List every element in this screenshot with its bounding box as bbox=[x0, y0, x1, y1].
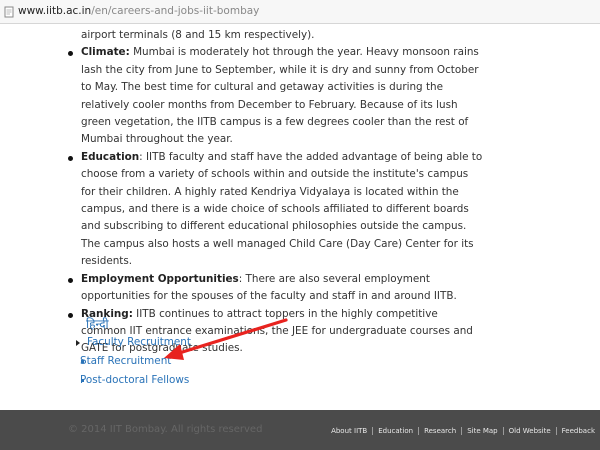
footer-link-education[interactable]: Education bbox=[373, 427, 420, 435]
footer: © 2014 IIT Bombay. All rights reserved A… bbox=[0, 410, 600, 450]
staff-recruitment-link[interactable]: Staff Recruitment bbox=[70, 355, 171, 367]
bullet-square-icon bbox=[81, 379, 84, 382]
link-label: Post-doctoral Fellows bbox=[80, 374, 190, 386]
list-item-climate: Climate: Mumbai is moderately hot throug… bbox=[64, 44, 484, 148]
footer-link-sitemap[interactable]: Site Map bbox=[462, 427, 504, 435]
continued-text: airport terminals (8 and 15 km respectiv… bbox=[81, 29, 315, 41]
footer-nav: About IITB Education Research Site Map Old W… bbox=[326, 427, 600, 435]
postdoc-fellows-link[interactable]: Post-doctoral Fellows bbox=[70, 374, 189, 386]
item-text: : IITB faculty and staff have the added … bbox=[81, 150, 483, 268]
link-label: Staff Recruitment bbox=[80, 355, 172, 367]
copyright-text: © 2014 IIT Bombay. All rights reserved bbox=[68, 424, 263, 435]
footer-link-research[interactable]: Research bbox=[419, 427, 463, 435]
info-list: Climate: Mumbai is moderately hot throug… bbox=[64, 44, 484, 357]
footer-link-old-website[interactable]: Old Website bbox=[503, 427, 557, 435]
address-bar[interactable]: www.iitb.ac.in/en/careers-and-jobs-iit-b… bbox=[0, 0, 600, 24]
page-content: airport terminals (8 and 15 km respectiv… bbox=[64, 24, 484, 358]
item-text: Mumbai is moderately hot through the yea… bbox=[81, 46, 479, 146]
url-host: www.iitb.ac.in bbox=[18, 5, 92, 17]
item-heading: Education bbox=[81, 150, 140, 163]
url-path: /en/careers-and-jobs-iit-bombay bbox=[91, 5, 260, 17]
page-icon bbox=[4, 6, 14, 18]
list-item-education: Education: IITB faculty and staff have t… bbox=[64, 149, 484, 271]
bullet-square-icon bbox=[81, 360, 84, 363]
url-text[interactable]: www.iitb.ac.in/en/careers-and-jobs-iit-b… bbox=[18, 5, 259, 18]
red-arrow-annotation bbox=[164, 318, 288, 360]
item-heading: Employment Opportunities bbox=[81, 272, 239, 285]
hindi-link[interactable]: हिन्दी bbox=[86, 315, 109, 332]
footer-link-about[interactable]: About IITB bbox=[326, 427, 374, 435]
item-heading: Climate: bbox=[81, 46, 130, 59]
list-item-employment: Employment Opportunities: There are also… bbox=[64, 271, 484, 306]
expand-triangle-icon bbox=[76, 340, 80, 346]
footer-link-feedback[interactable]: Feedback bbox=[557, 427, 600, 435]
